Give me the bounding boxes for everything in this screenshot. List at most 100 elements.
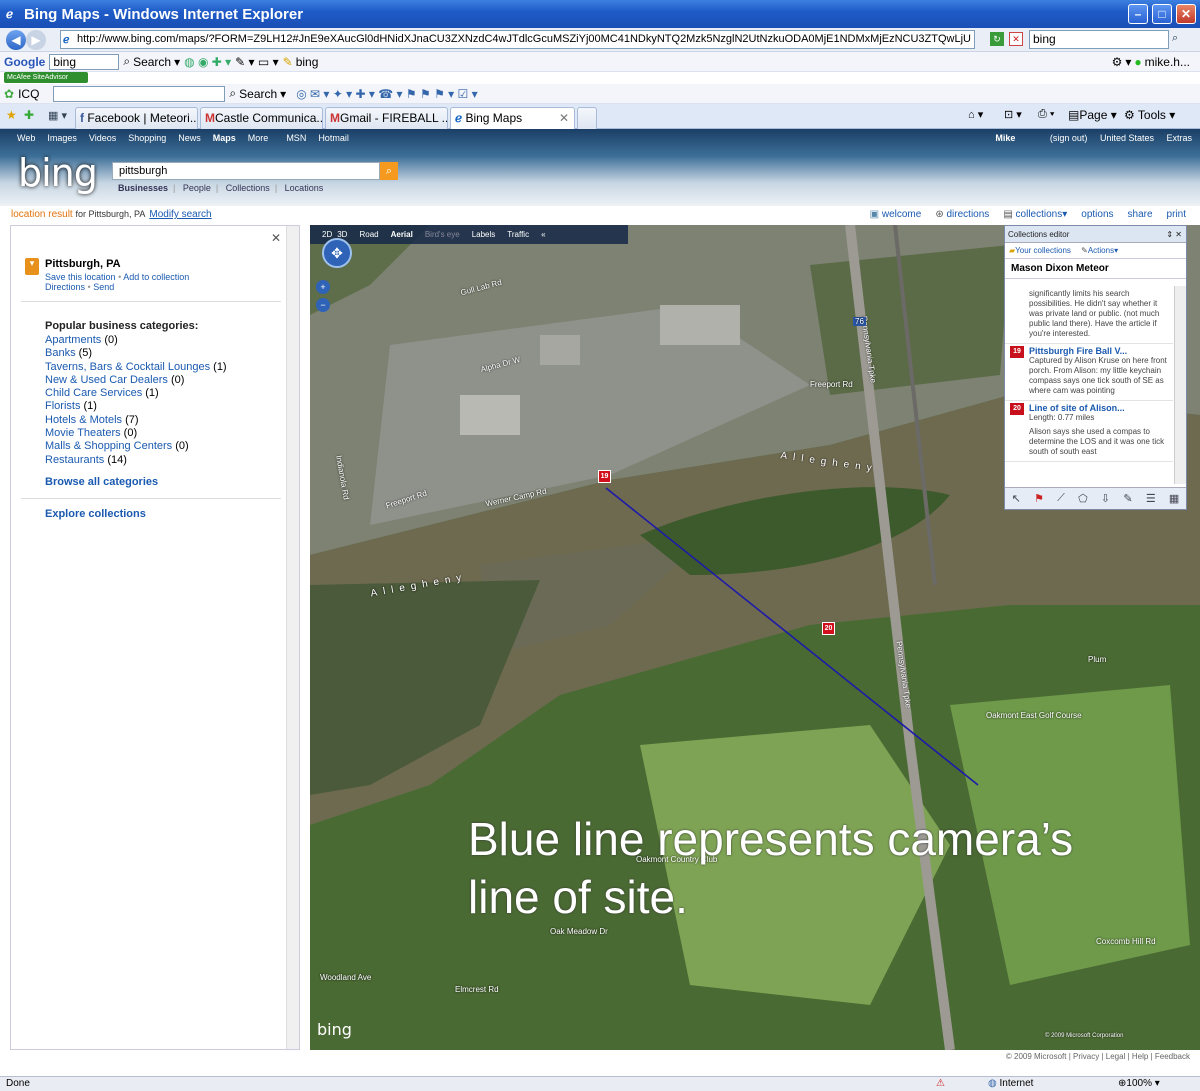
category-link[interactable]: Apartments [45,334,101,346]
map-marker-19[interactable]: 19 [598,470,611,483]
category-link[interactable]: Movie Theaters [45,427,121,439]
list-icon[interactable]: ☰ [1146,492,1156,505]
line-icon[interactable]: ⟋ [1057,492,1065,505]
icq-search-input[interactable] [53,85,226,102]
scope-businesses[interactable]: Businesses [118,183,168,193]
bing-search-button[interactable]: ⌕ [380,162,398,180]
actions-menu[interactable]: ✎Actions▾ [1081,246,1118,255]
privacy-link[interactable]: Privacy [1073,1052,1099,1061]
compass-icon[interactable]: ✥ [322,238,352,268]
zoom-level[interactable]: ⊕100% ▾ [1118,1078,1160,1089]
view-birds-eye[interactable]: Bird's eye [425,230,460,239]
collection-item-title[interactable]: Pittsburgh Fire Ball V... [1029,346,1169,356]
new-tab-button[interactable] [577,107,597,129]
zoom-in-icon[interactable]: + [316,280,330,294]
search-icon[interactable]: ⌕ [1172,32,1178,45]
panel-scrollbar[interactable] [286,226,299,1049]
modify-search-link[interactable]: Modify search [149,209,211,220]
scope-people[interactable]: People [183,183,211,193]
feeds-icon[interactable]: ⊡ ▾ [1004,108,1022,121]
google-user[interactable]: ⚙ ▾ ● mike.h... [1112,55,1190,69]
tab-castle[interactable]: MCastle Communica... [200,107,323,129]
favorites-star-icon[interactable]: ★ [6,108,17,122]
nav-news[interactable]: News [178,133,201,143]
category-link[interactable]: Child Care Services [45,387,142,399]
bookmark-icon[interactable]: ✎ ▾ ▭ ▾ [235,55,278,69]
forward-button[interactable]: ▶ [26,30,46,50]
add-favorite-icon[interactable]: ✚ [24,108,34,122]
maximize-button[interactable]: □ [1152,4,1172,24]
toolbar-buttons-icon[interactable]: ◍ ◉ ✚ ▾ [184,55,231,69]
close-tab-icon[interactable]: ✕ [559,108,569,128]
collection-item-title[interactable]: Line of site of Alison... [1029,403,1169,413]
nav-msn[interactable]: MSN [286,133,306,143]
page-menu[interactable]: ▤Page ▾ [1068,108,1117,122]
toggle-labels[interactable]: Labels [472,230,496,239]
browse-categories-link[interactable]: Browse all categories [45,476,158,488]
icq-label[interactable]: ICQ [18,87,39,101]
refresh-icon[interactable]: ↻ [990,32,1004,46]
details-icon[interactable]: ▦ [1169,492,1179,505]
directions-link[interactable]: Directions [45,282,85,292]
tab-gmail[interactable]: MGmail - FIREBALL ... [325,107,448,129]
home-icon[interactable]: ⌂ ▾ [968,108,983,121]
close-button[interactable]: ✕ [1176,4,1196,24]
bing-logo[interactable]: bing [18,151,98,195]
collapse-toolbar-icon[interactable]: « [541,230,545,239]
ie-search-box[interactable]: bing [1029,30,1169,49]
scope-collections[interactable]: Collections [226,183,270,193]
nav-images[interactable]: Images [47,133,77,143]
category-link[interactable]: Malls & Shopping Centers [45,440,172,452]
map-marker-20[interactable]: 20 [822,622,835,635]
collection-item[interactable]: 20 Line of site of Alison... Length: 0.7… [1005,401,1173,462]
category-link[interactable]: Restaurants [45,454,104,466]
mcafee-siteadvisor[interactable]: McAfee SiteAdvisor [4,72,88,83]
collections-link[interactable]: ▤ collections▾ [1003,209,1067,220]
tab-bing-maps[interactable]: ℯ Bing Maps ✕ [450,107,575,129]
collection-scrollbar[interactable] [1174,286,1186,484]
save-location-link[interactable]: Save this location [45,272,116,282]
google-search-button[interactable]: ⌕ Search ▾ [123,54,180,69]
extras-link[interactable]: Extras [1166,133,1192,143]
explore-collections-link[interactable]: Explore collections [45,508,146,520]
collection-item[interactable]: 19 Pittsburgh Fire Ball V... Captured by… [1005,344,1173,401]
icq-tools-icon[interactable]: ◎ ✉ ▾ ✦ ▾ ✚ ▾ ☎ ▾ ⚑ ⚑ ⚑ ▾ ☑ ▾ [296,87,477,101]
region-link[interactable]: United States [1100,133,1154,143]
welcome-link[interactable]: ▣ welcome [870,209,922,220]
import-icon[interactable]: ⇩ [1101,492,1110,505]
add-to-collection-link[interactable]: Add to collection [123,272,189,282]
nav-more[interactable]: More [248,133,269,143]
view-road[interactable]: Road [359,230,378,239]
scope-locations[interactable]: Locations [285,183,324,193]
share-link[interactable]: share [1128,209,1153,220]
help-link[interactable]: Help [1132,1052,1148,1061]
send-link[interactable]: Send [93,282,114,292]
category-link[interactable]: Hotels & Motels [45,414,122,426]
print-icon[interactable]: ⎙ ▾ [1038,108,1054,121]
tab-facebook[interactable]: f Facebook | Meteori... [75,107,198,129]
zoom-out-icon[interactable]: − [316,298,330,312]
category-link[interactable]: New & Used Car Dealers [45,374,168,386]
google-search-input[interactable]: bing [49,53,120,70]
edit-icon[interactable]: ✎ [1123,492,1132,505]
feedback-link[interactable]: Feedback [1155,1052,1190,1061]
stop-icon[interactable]: ✕ [1009,32,1023,46]
tools-menu[interactable]: ⚙ Tools ▾ [1124,108,1175,122]
pushpin-icon[interactable]: ⚑ [1034,492,1044,505]
icq-search-button[interactable]: ⌕ Search ▾ [229,86,286,101]
category-link[interactable]: Florists [45,400,80,412]
toggle-traffic[interactable]: Traffic [507,230,529,239]
sign-out-link[interactable]: (sign out) [1050,133,1088,143]
select-icon[interactable]: ↖ [1012,492,1021,505]
directions-link[interactable]: ⊛ directions [935,209,989,220]
view-aerial[interactable]: Aerial [391,230,413,239]
back-button[interactable]: ◀ [6,30,26,50]
minimize-button[interactable]: – [1128,4,1148,24]
category-link[interactable]: Banks [45,347,76,359]
aerial-map[interactable]: 2D 3D Road Aerial Bird's eye Labels Traf… [310,225,1200,1050]
your-collections-link[interactable]: ▰Your collections [1009,246,1071,255]
polygon-icon[interactable]: ⬠ [1078,492,1088,505]
nav-maps[interactable]: Maps [213,133,236,143]
nav-hotmail[interactable]: Hotmail [318,133,349,143]
bing-search-input[interactable]: pittsburgh [112,162,380,180]
